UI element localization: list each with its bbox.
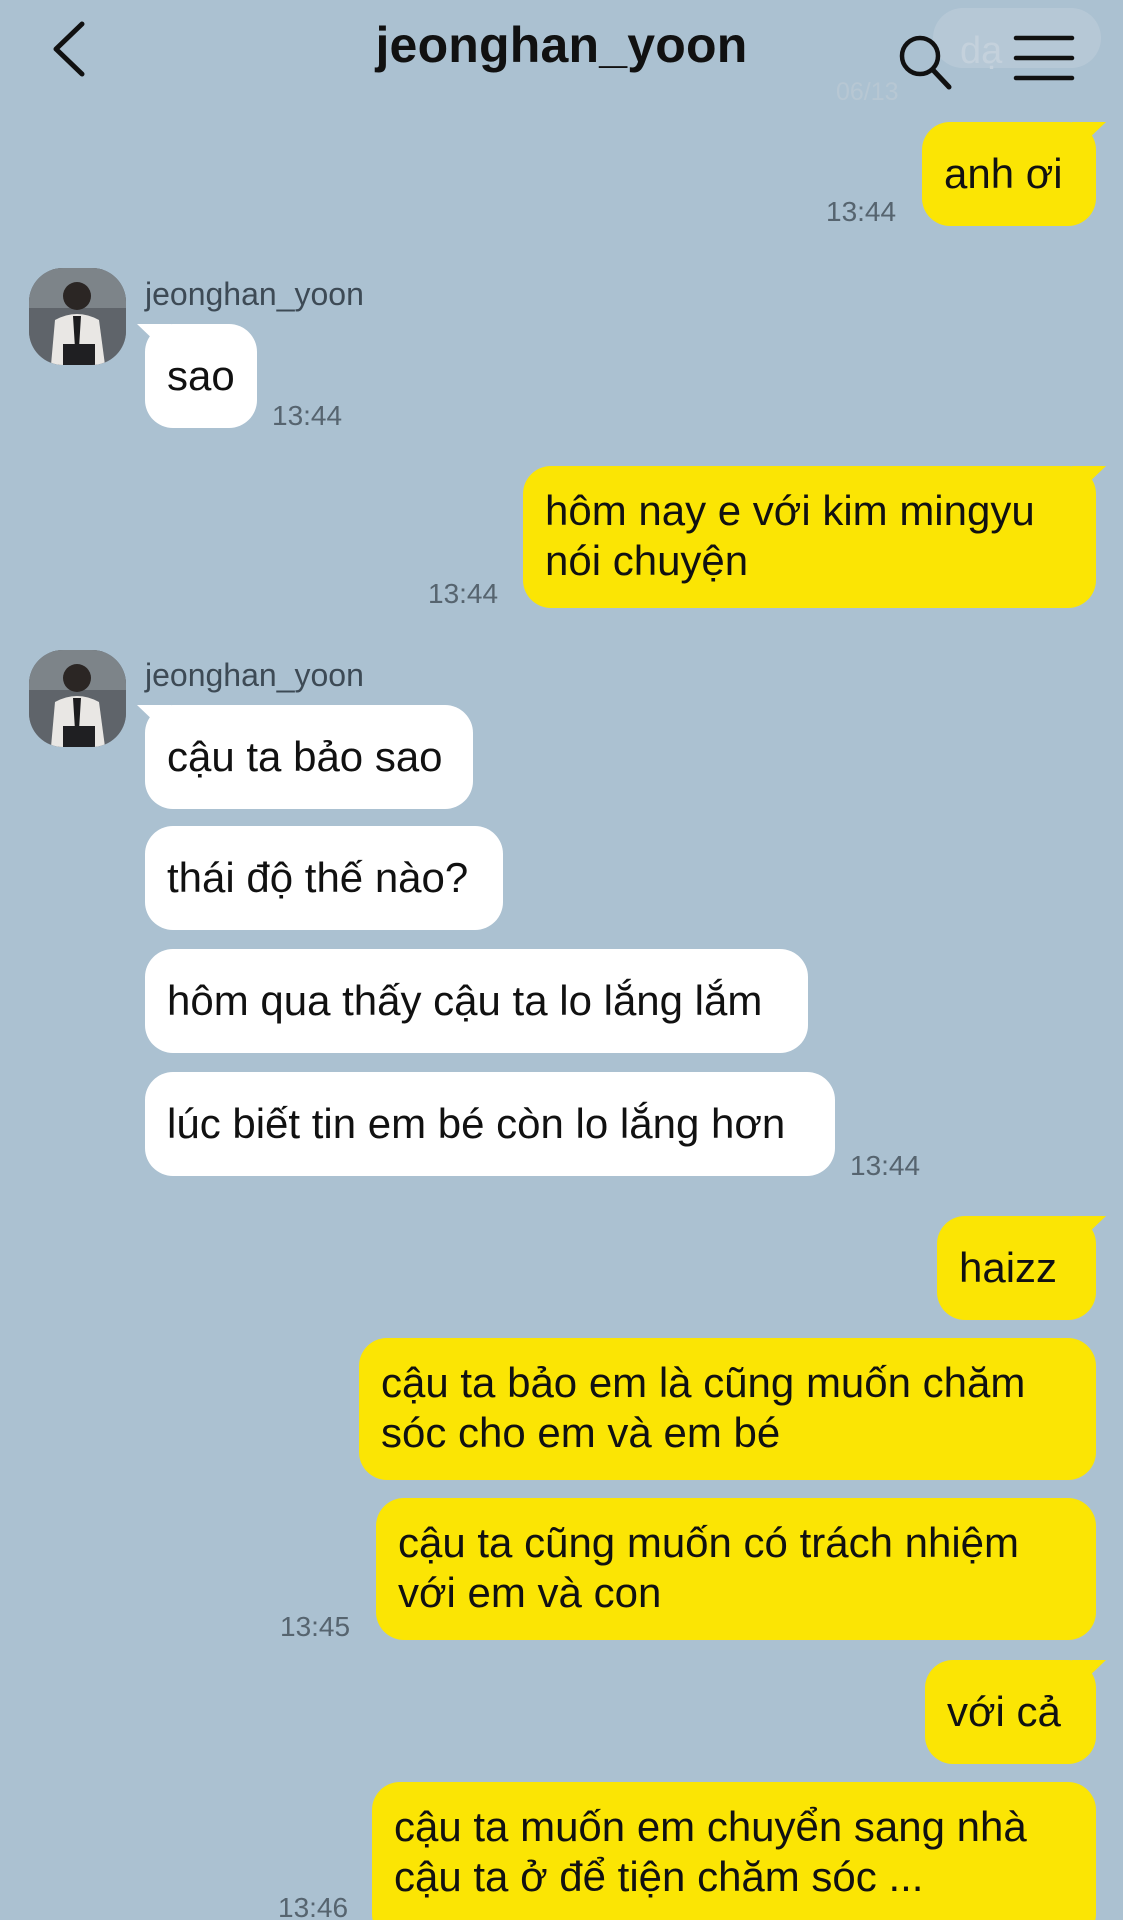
avatar-photo <box>29 268 126 365</box>
contact-avatar[interactable] <box>29 268 126 365</box>
incoming-message[interactable]: lúc biết tin em bé còn lo lắng hơn <box>145 1072 835 1176</box>
chat-header: dạ 06/13 jeonghan_yoon <box>0 0 1123 106</box>
contact-avatar[interactable] <box>29 650 126 747</box>
outgoing-message[interactable]: cậu ta cũng muốn có trách nhiệm với em v… <box>376 1498 1096 1640</box>
message-line: cậu ta cũng muốn có trách nhiệm <box>398 1519 1020 1566</box>
message-time: 13:44 <box>428 578 499 609</box>
message-line: cậu ta ở để tiện chăm sóc ... <box>394 1853 924 1900</box>
outgoing-message[interactable]: anh ơi <box>922 122 1096 226</box>
outgoing-message[interactable]: haizz <box>937 1216 1096 1320</box>
chat-screen: dạ 06/13 jeonghan_yoon anh ơi 13:44 jeon… <box>0 0 1123 1920</box>
message-time: 13:44 <box>826 196 897 227</box>
incoming-message[interactable]: hôm qua thấy cậu ta lo lắng lắm <box>145 949 808 1053</box>
incoming-message[interactable]: thái độ thế nào? <box>145 826 503 930</box>
message-time: 13:44 <box>272 400 343 431</box>
chat-title: jeonghan_yoon <box>375 17 748 73</box>
menu-button[interactable] <box>1012 34 1076 82</box>
message-text: hôm qua thấy cậu ta lo lắng lắm <box>167 977 763 1024</box>
avatar-photo <box>29 650 126 747</box>
sender-name: jeonghan_yoon <box>145 276 364 312</box>
message-line: cậu ta bảo em là cũng muốn chăm <box>381 1359 1026 1406</box>
incoming-message[interactable]: sao <box>145 324 257 428</box>
menu-icon <box>1013 35 1075 81</box>
sender-name: jeonghan_yoon <box>145 657 364 693</box>
message-line: nói chuyện <box>545 537 749 584</box>
search-icon <box>899 35 952 90</box>
message-line: với em và con <box>398 1569 662 1616</box>
search-button[interactable] <box>896 30 954 92</box>
message-text: với cả <box>947 1688 1061 1735</box>
message-text: anh ơi <box>944 150 1063 197</box>
message-time: 13:46 <box>278 1892 349 1920</box>
message-line: sóc cho em và em bé <box>381 1409 781 1456</box>
faded-message-time: 06/13 <box>836 78 899 106</box>
message-text: haizz <box>959 1244 1058 1291</box>
message-time: 13:45 <box>280 1611 351 1642</box>
message-text: cậu ta bảo sao <box>167 733 443 780</box>
message-line: hôm nay e với kim mingyu <box>545 487 1035 534</box>
outgoing-message[interactable]: cậu ta bảo em là cũng muốn chăm sóc cho … <box>359 1338 1096 1480</box>
message-line: cậu ta muốn em chuyển sang nhà <box>394 1803 1027 1850</box>
message-text: sao <box>167 352 235 399</box>
message-time: 13:44 <box>850 1150 921 1181</box>
outgoing-message[interactable]: với cả <box>925 1660 1096 1764</box>
message-text: lúc biết tin em bé còn lo lắng hơn <box>167 1100 786 1147</box>
message-text: thái độ thế nào? <box>167 854 469 901</box>
incoming-message[interactable]: cậu ta bảo sao <box>145 705 473 809</box>
outgoing-message[interactable]: cậu ta muốn em chuyển sang nhà cậu ta ở … <box>372 1782 1096 1920</box>
outgoing-message[interactable]: hôm nay e với kim mingyu nói chuyện <box>523 466 1096 608</box>
